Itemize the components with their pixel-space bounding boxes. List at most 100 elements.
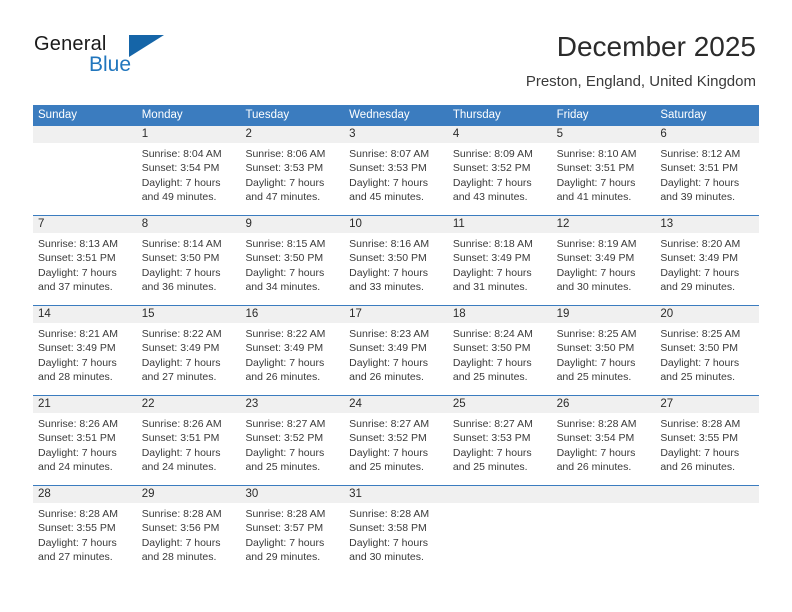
day-cell[interactable]: 26 Sunrise: 8:28 AM Sunset: 3:54 PM Dayligh… xyxy=(551,396,656,485)
day-detail-line: Sunset: 3:52 PM xyxy=(452,162,531,175)
day-cell[interactable]: 3 Sunrise: 8:07 AM Sunset: 3:53 PM Daylight… xyxy=(344,126,448,215)
day-cell[interactable]: 18 Sunrise: 8:24 AM Sunset: 3:50 PM Dayligh… xyxy=(447,306,552,395)
day-detail-line: Daylight: 7 hours xyxy=(556,446,636,459)
day-detail-line: Sunrise: 8:20 AM xyxy=(660,238,741,250)
day-details: Sunrise: 8:28 AM Sunset: 3:58 PM Daylight:… xyxy=(344,503,448,565)
day-detail-line: and 39 minutes. xyxy=(660,191,736,204)
day-cell[interactable]: 23 Sunrise: 8:27 AM Sunset: 3:52 PM Dayligh… xyxy=(240,396,345,485)
day-detail-line: Sunset: 3:51 PM xyxy=(660,162,738,175)
day-cell[interactable]: 11 Sunrise: 8:18 AM Sunset: 3:49 PM Dayligh… xyxy=(447,216,552,305)
day-cell[interactable]: 1 Sunrise: 8:04 AM Sunset: 3:54 PM Daylight… xyxy=(136,126,241,215)
day-number: 30 xyxy=(240,486,345,503)
day-detail-line: Sunset: 3:51 PM xyxy=(556,162,635,175)
day-detail-line: Sunrise: 8:28 AM xyxy=(141,508,222,520)
day-cell[interactable]: 25 Sunrise: 8:27 AM Sunset: 3:53 PM Dayligh… xyxy=(447,396,552,485)
calendar-weeks: 1 Sunrise: 8:04 AM Sunset: 3:54 PM Daylight… xyxy=(33,126,760,575)
calendar-week-row: 21 Sunrise: 8:26 AM Sunset: 3:51 PM Dayligh… xyxy=(33,395,760,485)
day-cell[interactable]: 6 Sunrise: 8:12 AM Sunset: 3:51 PM Daylight… xyxy=(655,126,760,215)
day-cell[interactable]: 20 Sunrise: 8:25 AM Sunset: 3:50 PM Dayligh… xyxy=(655,306,760,395)
day-number: 13 xyxy=(655,216,760,233)
day-cell[interactable]: 27 Sunrise: 8:28 AM Sunset: 3:55 PM Dayligh… xyxy=(655,396,760,485)
brand-name-blue: Blue xyxy=(89,53,132,76)
day-detail-line: Sunset: 3:49 PM xyxy=(556,252,635,265)
day-details: Sunrise: 8:27 AM Sunset: 3:53 PM Daylight:… xyxy=(448,413,552,475)
day-detail-line: Sunrise: 8:16 AM xyxy=(349,238,430,250)
day-cell[interactable]: 9 Sunrise: 8:15 AM Sunset: 3:50 PM Daylight… xyxy=(240,216,345,305)
day-detail-line: Sunrise: 8:10 AM xyxy=(556,148,637,160)
calendar-grid: Sunday Monday Tuesday Wednesday Thursday Frid… xyxy=(33,105,760,575)
day-detail-line: Sunrise: 8:09 AM xyxy=(452,148,533,160)
day-details: Sunrise: 8:15 AM Sunset: 3:50 PM Daylight:… xyxy=(240,233,344,295)
day-detail-line: and 27 minutes. xyxy=(38,551,113,564)
day-cell[interactable]: 29 Sunrise: 8:28 AM Sunset: 3:56 PM Dayligh… xyxy=(136,486,241,575)
day-detail-line: and 26 minutes. xyxy=(556,461,632,474)
day-detail-line: and 26 minutes. xyxy=(349,371,424,384)
day-cell[interactable]: 24 Sunrise: 8:27 AM Sunset: 3:52 PM Dayligh… xyxy=(344,396,448,485)
day-detail-line: Daylight: 7 hours xyxy=(349,536,428,549)
day-detail-line: and 37 minutes. xyxy=(38,281,113,294)
day-number: 22 xyxy=(136,396,241,413)
calendar-week-row: 28 Sunrise: 8:28 AM Sunset: 3:55 PM Dayligh… xyxy=(33,485,760,575)
day-detail-line: Sunrise: 8:25 AM xyxy=(556,328,637,340)
day-number: 21 xyxy=(33,396,137,413)
day-cell[interactable]: 15 Sunrise: 8:22 AM Sunset: 3:49 PM Dayligh… xyxy=(136,306,241,395)
day-detail-line: and 25 minutes. xyxy=(349,461,424,474)
day-cell[interactable]: 2 Sunrise: 8:06 AM Sunset: 3:53 PM Daylight… xyxy=(240,126,345,215)
page-title: December 2025 xyxy=(556,31,756,62)
day-cell[interactable]: 31 Sunrise: 8:28 AM Sunset: 3:58 PM Dayligh… xyxy=(344,486,448,575)
day-details: Sunrise: 8:25 AM Sunset: 3:50 PM Daylight:… xyxy=(655,323,759,385)
day-cell[interactable]: 30 Sunrise: 8:28 AM Sunset: 3:57 PM Dayligh… xyxy=(240,486,345,575)
day-details: Sunrise: 8:27 AM Sunset: 3:52 PM Daylight:… xyxy=(344,413,448,475)
day-detail-line: and 30 minutes. xyxy=(349,551,424,564)
day-detail-line: Sunset: 3:49 PM xyxy=(245,342,324,355)
calendar-week-row: 1 Sunrise: 8:04 AM Sunset: 3:54 PM Daylight… xyxy=(33,126,760,215)
day-detail-line: Sunset: 3:55 PM xyxy=(38,522,116,535)
day-cell[interactable]: 13 Sunrise: 8:20 AM Sunset: 3:49 PM Dayligh… xyxy=(655,216,760,305)
day-detail-line: Sunrise: 8:12 AM xyxy=(660,148,741,160)
day-detail-line: Sunrise: 8:13 AM xyxy=(38,238,118,250)
day-detail-line: Sunset: 3:49 PM xyxy=(38,342,116,355)
day-detail-line: and 47 minutes. xyxy=(245,191,321,204)
day-cell[interactable]: 28 Sunrise: 8:28 AM Sunset: 3:55 PM Dayligh… xyxy=(33,486,137,575)
day-cell[interactable]: 21 Sunrise: 8:26 AM Sunset: 3:51 PM Dayligh… xyxy=(33,396,137,485)
day-number: 18 xyxy=(447,306,552,323)
day-detail-line: Sunrise: 8:14 AM xyxy=(141,238,222,250)
day-details: Sunrise: 8:26 AM Sunset: 3:51 PM Daylight:… xyxy=(137,413,241,475)
day-detail-line: Daylight: 7 hours xyxy=(660,266,740,279)
day-detail-line: Sunset: 3:49 PM xyxy=(141,342,220,355)
day-detail-line: Sunset: 3:53 PM xyxy=(452,432,531,445)
day-detail-line: and 25 minutes. xyxy=(452,461,528,474)
day-cell[interactable]: 7 Sunrise: 8:13 AM Sunset: 3:51 PM Daylight… xyxy=(33,216,137,305)
brand-logo[interactable]: General Blue xyxy=(34,33,214,85)
day-details: Sunrise: 8:22 AM Sunset: 3:49 PM Daylight:… xyxy=(137,323,241,385)
day-cell[interactable]: 8 Sunrise: 8:14 AM Sunset: 3:50 PM Daylight… xyxy=(136,216,241,305)
day-detail-line: Daylight: 7 hours xyxy=(141,446,221,459)
day-detail-line: Daylight: 7 hours xyxy=(660,176,740,189)
page-header: General Blue December 2025 Preston, Engl… xyxy=(0,0,792,100)
day-detail-line: Sunrise: 8:28 AM xyxy=(349,508,430,520)
day-cell[interactable]: 16 Sunrise: 8:22 AM Sunset: 3:49 PM Dayligh… xyxy=(240,306,345,395)
day-detail-line: and 28 minutes. xyxy=(141,551,217,564)
day-detail-line: Sunset: 3:51 PM xyxy=(38,252,116,265)
day-cell[interactable]: 5 Sunrise: 8:10 AM Sunset: 3:51 PM Daylight… xyxy=(551,126,656,215)
day-number: 11 xyxy=(447,216,552,233)
day-details: Sunrise: 8:10 AM Sunset: 3:51 PM Daylight:… xyxy=(552,143,656,205)
day-details: Sunrise: 8:22 AM Sunset: 3:49 PM Daylight:… xyxy=(240,323,344,385)
day-detail-line: Sunset: 3:50 PM xyxy=(452,342,531,355)
day-detail-line: and 25 minutes. xyxy=(556,371,632,384)
day-cell[interactable]: 14 Sunrise: 8:21 AM Sunset: 3:49 PM Dayligh… xyxy=(33,306,137,395)
day-cell[interactable]: 4 Sunrise: 8:09 AM Sunset: 3:52 PM Daylight… xyxy=(447,126,552,215)
day-details: Sunrise: 8:28 AM Sunset: 3:54 PM Daylight:… xyxy=(552,413,656,475)
day-details: Sunrise: 8:18 AM Sunset: 3:49 PM Daylight:… xyxy=(448,233,552,295)
day-cell[interactable]: 22 Sunrise: 8:26 AM Sunset: 3:51 PM Dayligh… xyxy=(136,396,241,485)
day-number: 19 xyxy=(551,306,656,323)
day-detail-line: Sunrise: 8:19 AM xyxy=(556,238,637,250)
day-detail-line: and 45 minutes. xyxy=(349,191,424,204)
day-cell[interactable]: 19 Sunrise: 8:25 AM Sunset: 3:50 PM Dayligh… xyxy=(551,306,656,395)
day-detail-line: and 27 minutes. xyxy=(141,371,217,384)
day-cell[interactable]: 17 Sunrise: 8:23 AM Sunset: 3:49 PM Dayligh… xyxy=(344,306,448,395)
day-details: Sunrise: 8:28 AM Sunset: 3:55 PM Daylight:… xyxy=(33,503,137,565)
day-detail-line: and 41 minutes. xyxy=(556,191,632,204)
day-cell[interactable]: 12 Sunrise: 8:19 AM Sunset: 3:49 PM Dayligh… xyxy=(551,216,656,305)
day-cell[interactable]: 10 Sunrise: 8:16 AM Sunset: 3:50 PM Dayligh… xyxy=(344,216,448,305)
